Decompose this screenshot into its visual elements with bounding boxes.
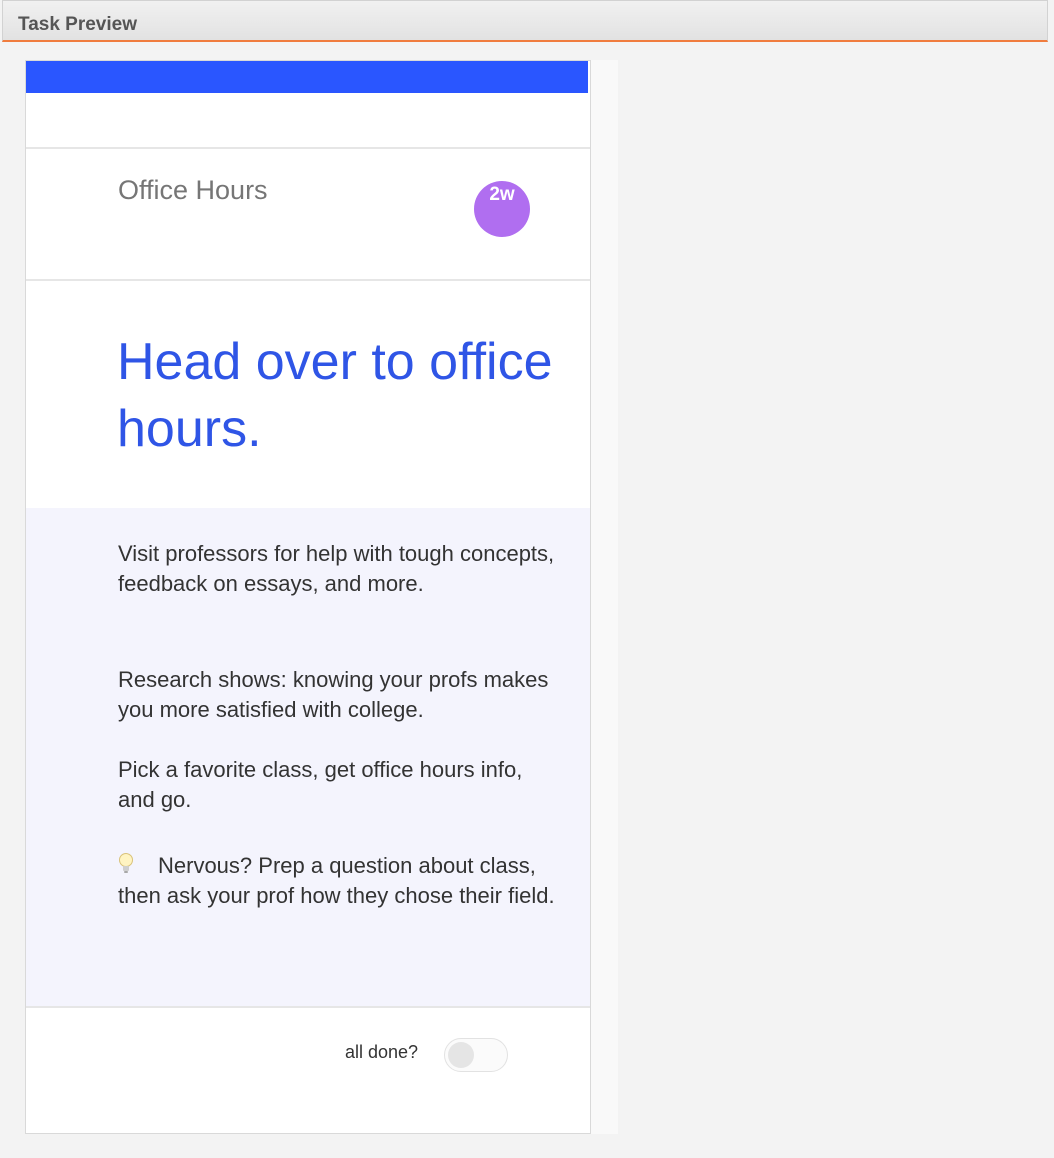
done-toggle[interactable] bbox=[444, 1038, 508, 1072]
top-color-bar bbox=[26, 61, 588, 93]
panel-header: Task Preview bbox=[2, 0, 1048, 42]
panel-title: Task Preview bbox=[18, 14, 138, 35]
preview-shadow bbox=[590, 60, 618, 1134]
divider bbox=[26, 147, 590, 149]
course-title: Office Hours bbox=[118, 175, 268, 205]
tip-text: Nervous? Prep a question about class, th… bbox=[118, 853, 555, 908]
time-badge: 2w bbox=[474, 181, 530, 237]
task-body: Visit professors for help with tough con… bbox=[26, 508, 590, 1006]
body-paragraph: Visit professors for help with tough con… bbox=[118, 541, 555, 596]
task-card: Office Hours 2w Head over to office hour… bbox=[25, 60, 591, 1134]
tip-paragraph: Nervous? Prep a question about class, th… bbox=[118, 851, 558, 911]
body-paragraph: Pick a favorite class, get office hours … bbox=[118, 757, 523, 812]
task-headline: Head over to office hours. bbox=[117, 333, 553, 458]
divider bbox=[26, 1006, 590, 1008]
divider bbox=[26, 279, 590, 281]
lightbulb-icon bbox=[118, 852, 134, 876]
done-label: all done? bbox=[345, 1042, 419, 1062]
toggle-knob[interactable] bbox=[448, 1042, 474, 1068]
body-paragraph: Research shows: knowing your profs makes… bbox=[118, 667, 549, 722]
